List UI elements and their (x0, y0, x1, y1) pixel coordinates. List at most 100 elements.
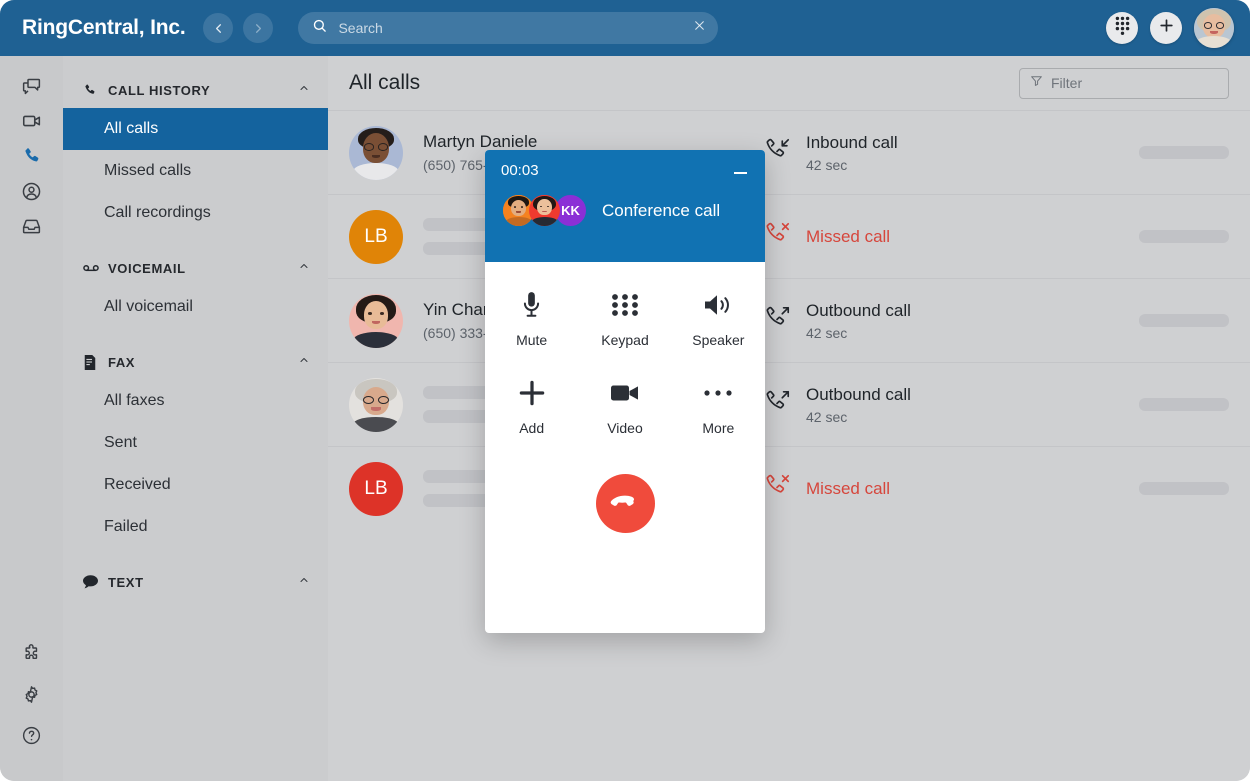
avatar: LB (349, 209, 403, 264)
contact-name: Martyn Daniele (423, 132, 538, 151)
question-circle-icon (21, 725, 42, 751)
video-camera-icon (21, 110, 43, 137)
sidebar-section-fax[interactable]: FAX (63, 344, 328, 380)
rail-item-contacts[interactable] (11, 176, 53, 211)
hangup-button[interactable] (595, 474, 655, 533)
inbox-tray-icon (21, 216, 42, 242)
main-header: All calls Filter (328, 56, 1250, 110)
phone-missed-icon (765, 221, 791, 252)
filter-button[interactable]: Filter (1019, 67, 1229, 99)
search-icon (312, 18, 327, 38)
phone-icon (22, 146, 42, 171)
avatar-initials: LB (364, 477, 388, 499)
user-avatar (1194, 8, 1234, 48)
rail-item-fax-inbox[interactable] (11, 211, 53, 246)
chevron-up-icon[interactable] (298, 573, 310, 591)
table-row[interactable]: Outbound call 42 sec (328, 362, 1250, 446)
add-call-button[interactable]: Add (485, 376, 578, 436)
hangup-row (485, 474, 765, 533)
app-header: RingCentral, Inc. (0, 0, 1250, 56)
rail-item-help[interactable] (11, 720, 53, 755)
dialpad-button[interactable] (1106, 12, 1138, 44)
dialpad-icon (611, 288, 639, 322)
puzzle-piece-icon (21, 643, 42, 669)
speaker-icon (703, 288, 733, 322)
sidebar-item-call-recordings[interactable]: Call recordings (63, 192, 328, 234)
call-participants-row: KK Conference call (501, 193, 749, 228)
sidebar-section-voicemail[interactable]: VOICEMAIL (63, 250, 328, 286)
video-button[interactable]: Video (578, 376, 671, 436)
rail-item-apps[interactable] (11, 638, 53, 673)
search-bar[interactable] (298, 12, 719, 44)
call-timer: 00:03 (501, 162, 539, 179)
rail-item-video[interactable] (11, 106, 53, 141)
table-row[interactable]: LB Missed call (328, 446, 1250, 530)
avatar (349, 125, 403, 180)
sidebar-item-received[interactable]: Received (63, 464, 328, 506)
dialpad-icon (1115, 16, 1130, 40)
avatar: LB (349, 461, 403, 516)
sidebar-item-all-calls[interactable]: All calls (63, 108, 328, 150)
sidebar-item-sent[interactable]: Sent (63, 422, 328, 464)
table-row[interactable]: LB Missed call (328, 194, 1250, 278)
phone-hangup-icon (610, 493, 640, 514)
ellipsis-icon (703, 376, 733, 410)
ringcentral-app-window: RingCentral, Inc. Search CALL HISTORY Al… (0, 0, 1250, 781)
chevron-up-icon[interactable] (298, 81, 310, 99)
keypad-button[interactable]: Keypad (578, 288, 671, 348)
minimize-button[interactable] (731, 164, 749, 182)
close-icon[interactable] (693, 19, 706, 37)
sidebar-item-label: Sent (104, 434, 137, 451)
speaker-button[interactable]: Speaker (672, 288, 765, 348)
sidebar-section-label: FAX (108, 354, 136, 370)
phone-outbound-icon (765, 305, 791, 336)
rail-item-messages[interactable] (11, 71, 53, 106)
back-button[interactable] (203, 13, 234, 43)
sidebar-section-call-history[interactable]: CALL HISTORY (63, 72, 328, 108)
chevron-up-icon[interactable] (298, 259, 310, 277)
sidebar-item-missed-calls[interactable]: Missed calls (63, 150, 328, 192)
mute-button[interactable]: Mute (485, 288, 578, 348)
rail-bottom-group (0, 638, 63, 761)
sidebar-item-all-faxes[interactable]: All faxes (63, 380, 328, 422)
avatar (527, 193, 562, 228)
sidebar-item-label: Failed (104, 518, 148, 535)
sidebar-item-all-voicemail[interactable]: All voicemail (63, 286, 328, 328)
search-input[interactable] (338, 20, 694, 36)
phone-missed-icon (765, 473, 791, 504)
table-row[interactable]: Martyn Daniele (650) 765-4 Inbound call … (328, 110, 1250, 194)
control-label: Add (519, 420, 545, 436)
voicemail-icon (83, 262, 101, 274)
sidebar-section-label: TEXT (108, 574, 144, 590)
call-type-label: Inbound call (806, 132, 898, 152)
sidebar-item-label: Missed calls (104, 162, 192, 179)
call-dialog-header: 00:03 KK Conference call (485, 150, 765, 262)
add-button[interactable] (1150, 12, 1182, 44)
message-bubbles-icon (21, 76, 42, 102)
call-dialog-body: Mute Keypad Speaker Add Video More (485, 262, 765, 533)
avatar (349, 377, 403, 432)
chevron-up-icon[interactable] (298, 353, 310, 371)
call-type: Inbound call 42 sec (765, 133, 1139, 173)
avatar-initials: KK (561, 203, 580, 218)
sidebar-section-text[interactable]: TEXT (63, 564, 328, 600)
forward-button[interactable] (243, 13, 274, 43)
call-duration: 42 sec (806, 408, 848, 425)
rail-item-settings[interactable] (11, 679, 53, 714)
table-row[interactable]: Yin Chan (650) 333- Outbound call 42 sec (328, 278, 1250, 362)
chat-bubble-icon (83, 575, 101, 589)
call-type: Outbound call 42 sec (765, 385, 1139, 425)
minimize-icon (733, 172, 747, 174)
participant-avatars: KK (501, 193, 588, 228)
brand-title: RingCentral, Inc. (22, 16, 186, 39)
main-content: All calls Filter Martyn Daniele (650) 76… (328, 56, 1250, 781)
avatar[interactable] (1194, 8, 1234, 48)
call-type-label: Missed call (806, 478, 891, 498)
sidebar-item-failed[interactable]: Failed (63, 506, 328, 548)
redacted-placeholder (1139, 314, 1229, 327)
microphone-icon (518, 288, 545, 322)
rail-item-phone[interactable] (11, 141, 53, 176)
call-duration: 42 sec (806, 156, 848, 173)
more-button[interactable]: More (672, 376, 765, 436)
gear-icon (21, 684, 42, 710)
